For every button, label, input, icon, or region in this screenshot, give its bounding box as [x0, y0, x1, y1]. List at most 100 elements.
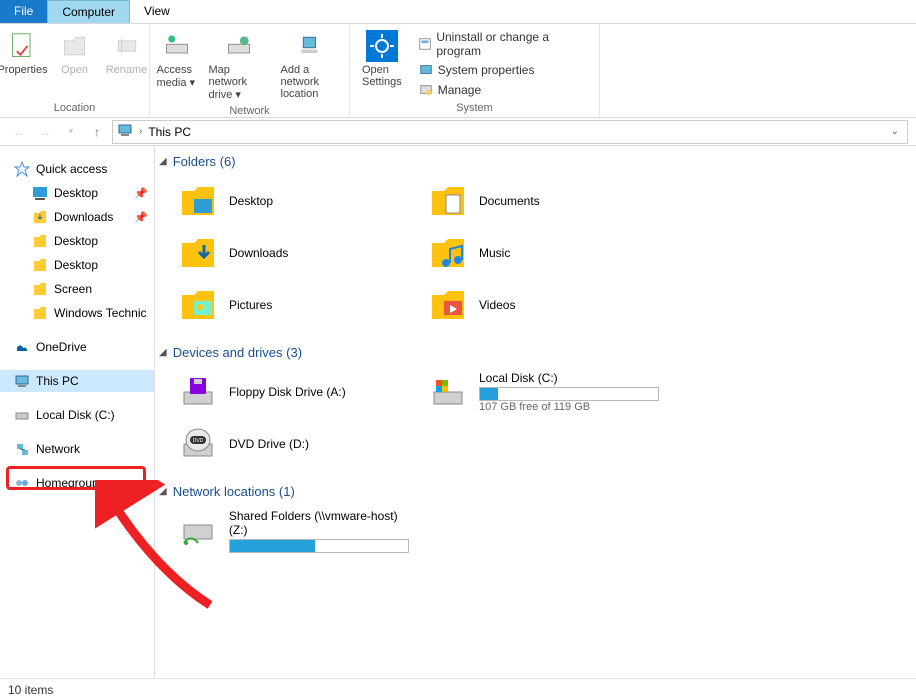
sidebar-item-downloads[interactable]: Downloads 📌	[0, 206, 154, 228]
rename-button: Rename	[101, 26, 153, 80]
uninstall-link[interactable]: Uninstall or change a program	[414, 28, 587, 60]
videos-folder-icon	[427, 284, 469, 326]
downloads-icon	[32, 209, 48, 225]
tile-label: Floppy Disk Drive (A:)	[229, 385, 346, 399]
quick-access-icon	[14, 161, 30, 177]
section-network-locations[interactable]: ◢ Network locations (1)	[155, 480, 916, 503]
ribbon-group-system: Open Settings Uninstall or change a prog…	[350, 24, 600, 117]
ribbon: Properties Open Rename Location	[0, 24, 916, 118]
tile-dvd[interactable]: DVD DVD Drive (D:)	[173, 418, 423, 470]
section-title: Folders (6)	[173, 154, 236, 169]
floppy-icon	[177, 371, 219, 413]
tile-videos[interactable]: Videos	[423, 279, 673, 331]
tab-computer[interactable]: Computer	[47, 0, 130, 23]
onedrive-icon	[14, 339, 30, 355]
rename-icon	[111, 30, 143, 62]
open-settings-label: Open Settings	[362, 64, 402, 88]
manage-link[interactable]: Manage	[414, 80, 587, 100]
sidebar-item-desktop-2[interactable]: Desktop	[0, 254, 154, 276]
drives-grid: Floppy Disk Drive (A:) Local Disk (C:) 1…	[155, 364, 916, 480]
access-media-button[interactable]: Access media ▾	[151, 26, 203, 93]
sidebar-onedrive[interactable]: OneDrive	[0, 336, 154, 358]
tile-pictures[interactable]: Pictures	[173, 279, 423, 331]
recent-dropdown[interactable]: ▾	[60, 121, 82, 143]
desktop-icon	[32, 185, 48, 201]
pin-icon: 📌	[134, 187, 148, 200]
breadcrumb[interactable]: › This PC ⌄	[112, 120, 908, 144]
tile-desktop[interactable]: Desktop	[173, 175, 423, 227]
sidebar-item-label: OneDrive	[36, 340, 87, 354]
tile-label: DVD Drive (D:)	[229, 437, 309, 451]
tile-label: Pictures	[229, 298, 272, 312]
folder-icon	[32, 305, 48, 321]
pictures-folder-icon	[177, 284, 219, 326]
pc-icon	[14, 373, 30, 389]
uninstall-label: Uninstall or change a program	[436, 30, 583, 58]
tile-label: Local Disk (C:)	[479, 371, 659, 385]
map-drive-icon	[223, 30, 255, 62]
tile-local-disk[interactable]: Local Disk (C:) 107 GB free of 119 GB	[423, 366, 673, 418]
sidebar-item-label: Screen	[54, 282, 92, 296]
back-button[interactable]: ←	[8, 121, 30, 143]
tab-file[interactable]: File	[0, 0, 47, 23]
sidebar-item-label: Quick access	[36, 162, 107, 176]
open-icon	[59, 30, 91, 62]
manage-label: Manage	[438, 83, 481, 97]
sidebar-quick-access[interactable]: Quick access	[0, 158, 154, 180]
network-icon	[14, 441, 30, 457]
rename-label: Rename	[106, 64, 148, 76]
sidebar-item-screen[interactable]: Screen	[0, 278, 154, 300]
main-area: Quick access Desktop 📌 Downloads 📌 Deskt…	[0, 146, 916, 678]
sidebar-item-label: Downloads	[54, 210, 113, 224]
sidebar-local-disk[interactable]: Local Disk (C:)	[0, 404, 154, 426]
content-pane: ◢ Folders (6) Desktop Documents Download…	[155, 146, 916, 678]
sidebar-homegroup[interactable]: Homegroup	[0, 472, 154, 494]
group-label-system: System	[456, 102, 493, 114]
sidebar-item-label: Network	[36, 442, 80, 456]
settings-icon	[366, 30, 398, 62]
documents-folder-icon	[427, 180, 469, 222]
map-drive-button[interactable]: Map network drive ▾	[203, 26, 275, 105]
add-network-button[interactable]: Add a network location	[275, 26, 349, 104]
up-button[interactable]: ↑	[86, 121, 108, 143]
pin-icon: 📌	[134, 211, 148, 224]
ribbon-group-network: Access media ▾ Map network drive ▾ Add a…	[150, 24, 350, 117]
group-label-location: Location	[54, 102, 96, 114]
dvd-icon: DVD	[177, 423, 219, 465]
sidebar-item-desktop[interactable]: Desktop	[0, 230, 154, 252]
forward-button[interactable]: →	[34, 121, 56, 143]
tile-label: Downloads	[229, 246, 288, 260]
breadcrumb-text[interactable]: This PC	[148, 125, 191, 139]
system-links: Uninstall or change a program System pro…	[408, 26, 593, 102]
sysprops-link[interactable]: System properties	[414, 60, 587, 80]
tile-documents[interactable]: Documents	[423, 175, 673, 227]
properties-label: Properties	[0, 64, 48, 76]
sysprops-label: System properties	[438, 63, 535, 77]
sidebar-item-desktop-pinned[interactable]: Desktop 📌	[0, 182, 154, 204]
manage-icon	[418, 82, 434, 98]
add-network-label: Add a network location	[281, 64, 343, 100]
drive-icon	[14, 407, 30, 423]
properties-button[interactable]: Properties	[0, 26, 49, 80]
collapse-icon: ◢	[159, 347, 167, 358]
status-text: 10 items	[8, 683, 53, 697]
open-settings-button[interactable]: Open Settings	[356, 26, 408, 92]
access-media-label: Access media ▾	[157, 64, 197, 89]
sidebar-this-pc[interactable]: This PC	[0, 370, 154, 392]
tile-music[interactable]: Music	[423, 227, 673, 279]
sidebar-item-wintech[interactable]: Windows Technic	[0, 302, 154, 324]
sidebar-network[interactable]: Network	[0, 438, 154, 460]
tile-downloads[interactable]: Downloads	[173, 227, 423, 279]
breadcrumb-dropdown[interactable]: ⌄	[887, 126, 903, 137]
sidebar-item-label: This PC	[36, 374, 79, 388]
ribbon-tabs: File Computer View	[0, 0, 916, 24]
local-disk-icon	[427, 371, 469, 413]
section-folders[interactable]: ◢ Folders (6)	[155, 150, 916, 173]
section-title: Network locations (1)	[173, 484, 295, 499]
tile-shared-folders[interactable]: Shared Folders (\\vmware-host) (Z:)	[173, 505, 423, 557]
tile-floppy[interactable]: Floppy Disk Drive (A:)	[173, 366, 423, 418]
tab-view[interactable]: View	[130, 0, 184, 23]
section-drives[interactable]: ◢ Devices and drives (3)	[155, 341, 916, 364]
add-network-icon	[296, 30, 328, 62]
tile-subtext: 107 GB free of 119 GB	[479, 401, 659, 413]
